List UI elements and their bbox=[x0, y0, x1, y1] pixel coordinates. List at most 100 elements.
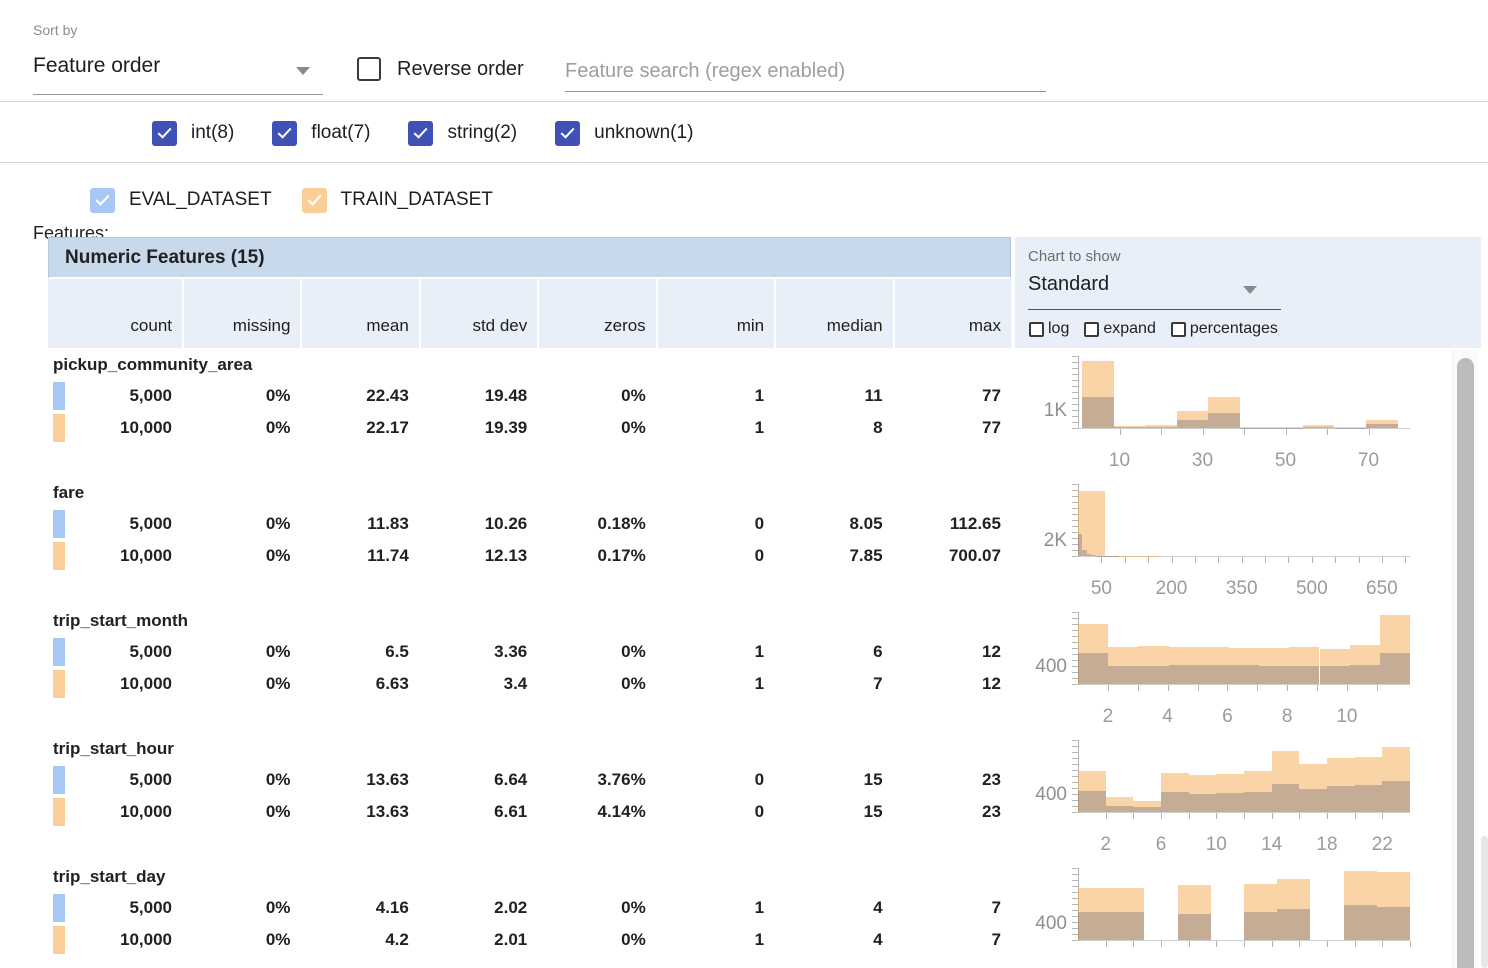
stat-cell-missing: 0% bbox=[182, 898, 300, 918]
x-axis-tick bbox=[1216, 813, 1217, 819]
checkbox-unchecked-icon[interactable] bbox=[1029, 322, 1044, 337]
histogram-bar bbox=[1244, 912, 1277, 940]
feature-type-filter-string-2[interactable]: string(2) bbox=[408, 121, 517, 146]
feature-type-filter-unknown-1[interactable]: unknown(1) bbox=[555, 121, 693, 146]
stat-cell-missing: 0% bbox=[182, 802, 300, 822]
stat-cell-median: 4 bbox=[774, 898, 892, 918]
feature-type-label: unknown(1) bbox=[594, 122, 693, 144]
stat-cell-min: 1 bbox=[656, 930, 774, 950]
x-axis-tick bbox=[1161, 813, 1162, 819]
histogram-bar bbox=[1272, 784, 1300, 812]
checkbox-checked-icon[interactable] bbox=[302, 188, 327, 213]
x-axis-label: 10 bbox=[1090, 450, 1150, 472]
x-axis-tick bbox=[1377, 685, 1378, 691]
stat-cell-max: 700.07 bbox=[893, 546, 1011, 566]
dataset-toggle-eval-dataset[interactable]: EVAL_DATASET bbox=[90, 188, 272, 213]
dataset-color-chip bbox=[53, 926, 65, 954]
x-axis-tick bbox=[1382, 941, 1383, 947]
x-axis-tick bbox=[1120, 429, 1121, 435]
x-axis-tick bbox=[1138, 685, 1139, 691]
x-axis-tick bbox=[1410, 941, 1411, 947]
checkbox-unchecked-icon[interactable] bbox=[1084, 322, 1099, 337]
feature-type-filters: Features: int(8)float(7)string(2)unknown… bbox=[0, 103, 1488, 163]
feature-name: fare bbox=[53, 480, 1011, 508]
x-axis-tick bbox=[1299, 813, 1300, 819]
stat-cell-count: 5,000 bbox=[65, 898, 182, 918]
y-axis-tick bbox=[1072, 758, 1078, 759]
y-axis-tick bbox=[1072, 422, 1078, 423]
x-axis-tick bbox=[1359, 557, 1360, 563]
x-axis-label: 500 bbox=[1282, 578, 1342, 600]
feature-search-input[interactable] bbox=[565, 52, 1046, 92]
feature-name: trip_start_hour bbox=[53, 736, 1011, 764]
chart-type-dropdown[interactable]: Standard bbox=[1028, 273, 1109, 296]
checkbox-checked-icon[interactable] bbox=[408, 121, 433, 146]
chart-option-log[interactable]: log bbox=[1029, 320, 1069, 338]
x-axis-tick bbox=[1369, 429, 1370, 435]
x-axis-tick bbox=[1272, 941, 1273, 947]
x-axis-tick bbox=[1106, 813, 1107, 819]
checkmark-icon bbox=[307, 191, 321, 205]
x-axis-tick bbox=[1327, 429, 1328, 435]
stat-cell-median: 7.85 bbox=[774, 546, 892, 566]
histogram-fare: 2K50200350500650 bbox=[1015, 476, 1481, 604]
stat-cell-mean: 4.2 bbox=[300, 930, 418, 950]
feature-type-filter-int-8[interactable]: int(8) bbox=[152, 121, 234, 146]
x-axis-tick bbox=[1327, 813, 1328, 819]
x-axis-line bbox=[1078, 684, 1410, 685]
chevron-down-icon[interactable] bbox=[1243, 286, 1257, 294]
chart-scrollbar-track[interactable] bbox=[1452, 350, 1478, 968]
histogram-trip-start-day: 400 bbox=[1015, 860, 1481, 968]
feature-block-trip-start-day: trip_start_day5,0000%4.162.020%14710,000… bbox=[48, 860, 1011, 968]
stat-cell-std-dev: 2.01 bbox=[419, 930, 537, 950]
x-axis-label: 14 bbox=[1242, 834, 1302, 856]
dataset-toggle-train-dataset[interactable]: TRAIN_DATASET bbox=[302, 188, 493, 213]
stat-cell-std-dev: 3.36 bbox=[419, 642, 537, 662]
histogram-bar bbox=[1327, 786, 1355, 812]
dataset-color-chip bbox=[53, 510, 65, 538]
column-header-zeros: zeros bbox=[537, 279, 655, 348]
stat-cell-min: 1 bbox=[656, 418, 774, 438]
x-axis-tick bbox=[1347, 685, 1348, 691]
numeric-features-table: Numeric Features (15) countmissingmeanst… bbox=[48, 237, 1011, 968]
checkbox-unchecked-icon[interactable] bbox=[1171, 322, 1186, 337]
x-axis-label: 2 bbox=[1078, 706, 1138, 728]
stat-cell-median: 15 bbox=[774, 770, 892, 790]
stat-cell-zeros: 0% bbox=[537, 898, 655, 918]
x-axis-label: 22 bbox=[1352, 834, 1412, 856]
checkbox-checked-icon[interactable] bbox=[90, 188, 115, 213]
feature-type-filter-float-7[interactable]: float(7) bbox=[272, 121, 370, 146]
reverse-order-label: Reverse order bbox=[397, 58, 524, 81]
x-axis-line bbox=[1078, 556, 1410, 557]
feature-type-label: string(2) bbox=[447, 122, 517, 144]
chart-option-expand[interactable]: expand bbox=[1084, 320, 1156, 338]
dataset-color-chip bbox=[53, 542, 65, 570]
checkbox-checked-icon[interactable] bbox=[272, 121, 297, 146]
y-axis-line bbox=[1078, 356, 1079, 428]
histogram-bar bbox=[1078, 653, 1108, 685]
y-axis-label: 1K bbox=[1019, 400, 1067, 422]
chart-to-show-label: Chart to show bbox=[1028, 248, 1121, 265]
x-axis-tick bbox=[1405, 557, 1406, 563]
stat-cell-missing: 0% bbox=[182, 514, 300, 534]
x-axis-label: 350 bbox=[1212, 578, 1272, 600]
x-axis-label: 650 bbox=[1352, 578, 1412, 600]
page-scrollbar-thumb[interactable] bbox=[1481, 836, 1488, 968]
stat-row-eval-dataset: 5,0000%4.162.020%147 bbox=[48, 892, 1011, 924]
sort-by-label: Sort by bbox=[33, 22, 77, 38]
histogram-bar bbox=[1078, 791, 1106, 812]
stat-cell-count: 5,000 bbox=[65, 386, 182, 406]
chart-option-percentages[interactable]: percentages bbox=[1171, 320, 1278, 338]
reverse-order-checkbox[interactable] bbox=[357, 57, 381, 81]
sort-by-dropdown[interactable]: Feature order bbox=[33, 54, 160, 78]
numeric-features-header: Numeric Features (15) bbox=[48, 237, 1011, 279]
stat-cell-count: 10,000 bbox=[65, 418, 182, 438]
checkbox-checked-icon[interactable] bbox=[555, 121, 580, 146]
chart-scrollbar-thumb[interactable] bbox=[1457, 358, 1474, 968]
feature-type-label: int(8) bbox=[191, 122, 234, 144]
column-header-missing: missing bbox=[182, 279, 300, 348]
histogram-bar bbox=[1114, 427, 1146, 428]
stat-cell-std-dev: 2.02 bbox=[419, 898, 537, 918]
checkbox-checked-icon[interactable] bbox=[152, 121, 177, 146]
chevron-down-icon[interactable] bbox=[296, 67, 310, 75]
